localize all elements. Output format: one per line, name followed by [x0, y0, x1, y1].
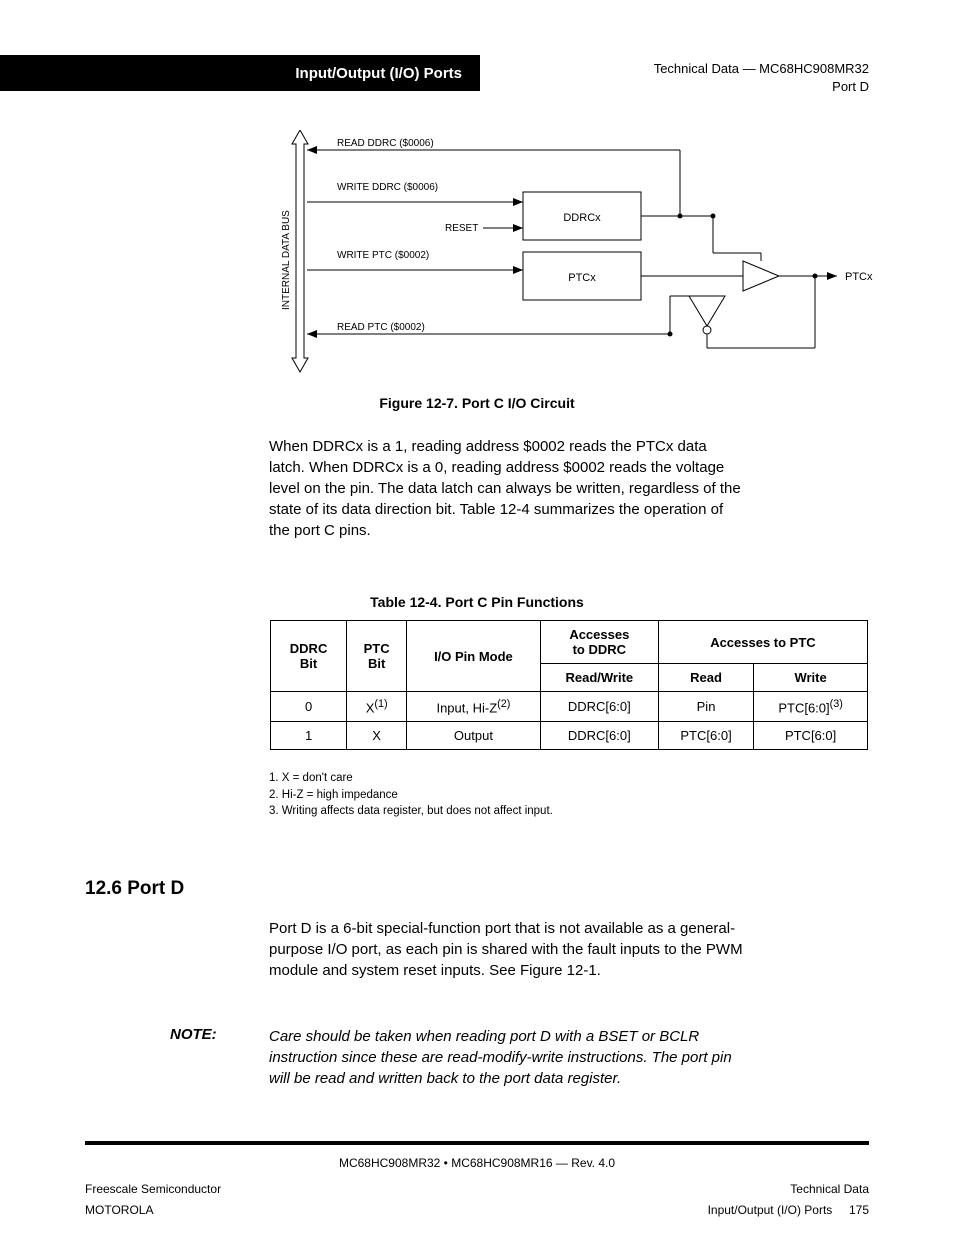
- ptcx-pin-label: PTCx: [845, 271, 873, 283]
- th-access-ptc: Accesses to PTC: [658, 621, 867, 664]
- cell-ddrc: 1: [271, 722, 347, 750]
- port-c-pin-table: DDRC Bit PTC Bit I/O Pin Mode Accesses t…: [270, 620, 868, 750]
- reset-label: RESET: [445, 223, 478, 234]
- para-l4: state of its data direction bit. Table 1…: [269, 501, 723, 518]
- section-heading-port-d: 12.6 Port D: [85, 878, 184, 900]
- runhead-line1: Technical Data — MC68HC908MR32: [654, 60, 869, 78]
- para-l2: latch. When DDRCx is a 0, reading addres…: [269, 459, 724, 476]
- read-ptc-label: READ PTC ($0002): [337, 322, 425, 333]
- ddrcx-box: DDRCx: [563, 212, 601, 224]
- note-l3: will be read and written back to the por…: [269, 1070, 621, 1087]
- note-2: 2. Hi-Z = high impedance: [269, 788, 869, 804]
- cell-ptc: X(1): [347, 692, 407, 722]
- footer-rev: Technical Data: [790, 1182, 869, 1196]
- cell-read: Pin: [658, 692, 753, 722]
- cell-ddrc: 0: [271, 692, 347, 722]
- write-ptc-label: WRITE PTC ($0002): [337, 250, 429, 261]
- cell-io: Input, Hi-Z(2): [407, 692, 541, 722]
- cell-access: DDRC[6:0]: [540, 692, 658, 722]
- th-access-ddrc: Accesses to DDRC: [540, 621, 658, 664]
- write-ddrc-label: WRITE DDRC ($0006): [337, 182, 438, 193]
- th-read: Read: [658, 664, 753, 692]
- ptcx-box: PTCx: [568, 272, 596, 284]
- footer-company: Freescale Semiconductor: [85, 1182, 221, 1196]
- note-label: NOTE:: [170, 1026, 217, 1043]
- th-io: I/O Pin Mode: [407, 621, 541, 692]
- para-l3: level on the pin. The data latch can alw…: [269, 480, 741, 497]
- note-body: Care should be taken when reading port D…: [269, 1026, 869, 1089]
- cell-ptc: X: [347, 722, 407, 750]
- table-notes: 1. X = don't care 2. Hi-Z = high impedan…: [269, 770, 869, 821]
- table-caption: Table 12-4. Port C Pin Functions: [0, 594, 954, 610]
- footer-rule: [85, 1141, 869, 1145]
- body-l2: purpose I/O port, as each pin is shared …: [269, 941, 743, 958]
- note-l1: Care should be taken when reading port D…: [269, 1028, 699, 1045]
- para-when-ddrcx: When DDRCx is a 1, reading address $0002…: [269, 436, 869, 541]
- body-l3: module and system reset inputs. See Figu…: [269, 962, 601, 979]
- note-1: 1. X = don't care: [269, 771, 869, 787]
- running-head: Technical Data — MC68HC908MR32 Port D: [654, 60, 869, 95]
- read-ddrc-label: READ DDRC ($0006): [337, 138, 434, 149]
- bus-label: INTERNAL DATA BUS: [281, 210, 292, 310]
- footer-pagenum: Input/Output (I/O) Ports 175: [708, 1203, 869, 1217]
- cell-read: PTC[6:0]: [658, 722, 753, 750]
- cell-io: Output: [407, 722, 541, 750]
- table-row: 1XOutputDDRC[6:0]PTC[6:0]PTC[6:0]: [271, 722, 868, 750]
- th-ptc: PTC Bit: [347, 621, 407, 692]
- runhead-line2: Port D: [654, 78, 869, 96]
- para-l5: the port C pins.: [269, 522, 371, 539]
- th-ddrc: DDRC Bit: [271, 621, 347, 692]
- figure-caption: Figure 12-7. Port C I/O Circuit: [0, 395, 954, 411]
- footer-pagenum-value: 175: [849, 1203, 869, 1217]
- note-l2: instruction since these are read-modify-…: [269, 1049, 732, 1066]
- note-3: 3. Writing affects data register, but do…: [269, 804, 869, 820]
- table-row: 0X(1)Input, Hi-Z(2)DDRC[6:0]PinPTC[6:0](…: [271, 692, 868, 722]
- footer-section: MOTOROLA: [85, 1203, 153, 1217]
- th-rw: Read/Write: [540, 664, 658, 692]
- section-body-port-d: Port D is a 6-bit special-function port …: [269, 918, 869, 981]
- cell-access: DDRC[6:0]: [540, 722, 658, 750]
- th-write: Write: [754, 664, 868, 692]
- cell-write: PTC[6:0]: [754, 722, 868, 750]
- figure-port-c-io: INTERNAL DATA BUS READ DDRC ($0006) WRIT…: [245, 130, 885, 390]
- header-blackbar: Input/Output (I/O) Ports: [0, 55, 480, 91]
- body-l1: Port D is a 6-bit special-function port …: [269, 920, 735, 937]
- footer-pagelabel: Input/Output (I/O) Ports: [708, 1203, 833, 1217]
- cell-write: PTC[6:0](3): [754, 692, 868, 722]
- footer-doc: MC68HC908MR32 • MC68HC908MR16 — Rev. 4.0: [0, 1156, 954, 1170]
- para-l1: When DDRCx is a 1, reading address $0002…: [269, 438, 707, 455]
